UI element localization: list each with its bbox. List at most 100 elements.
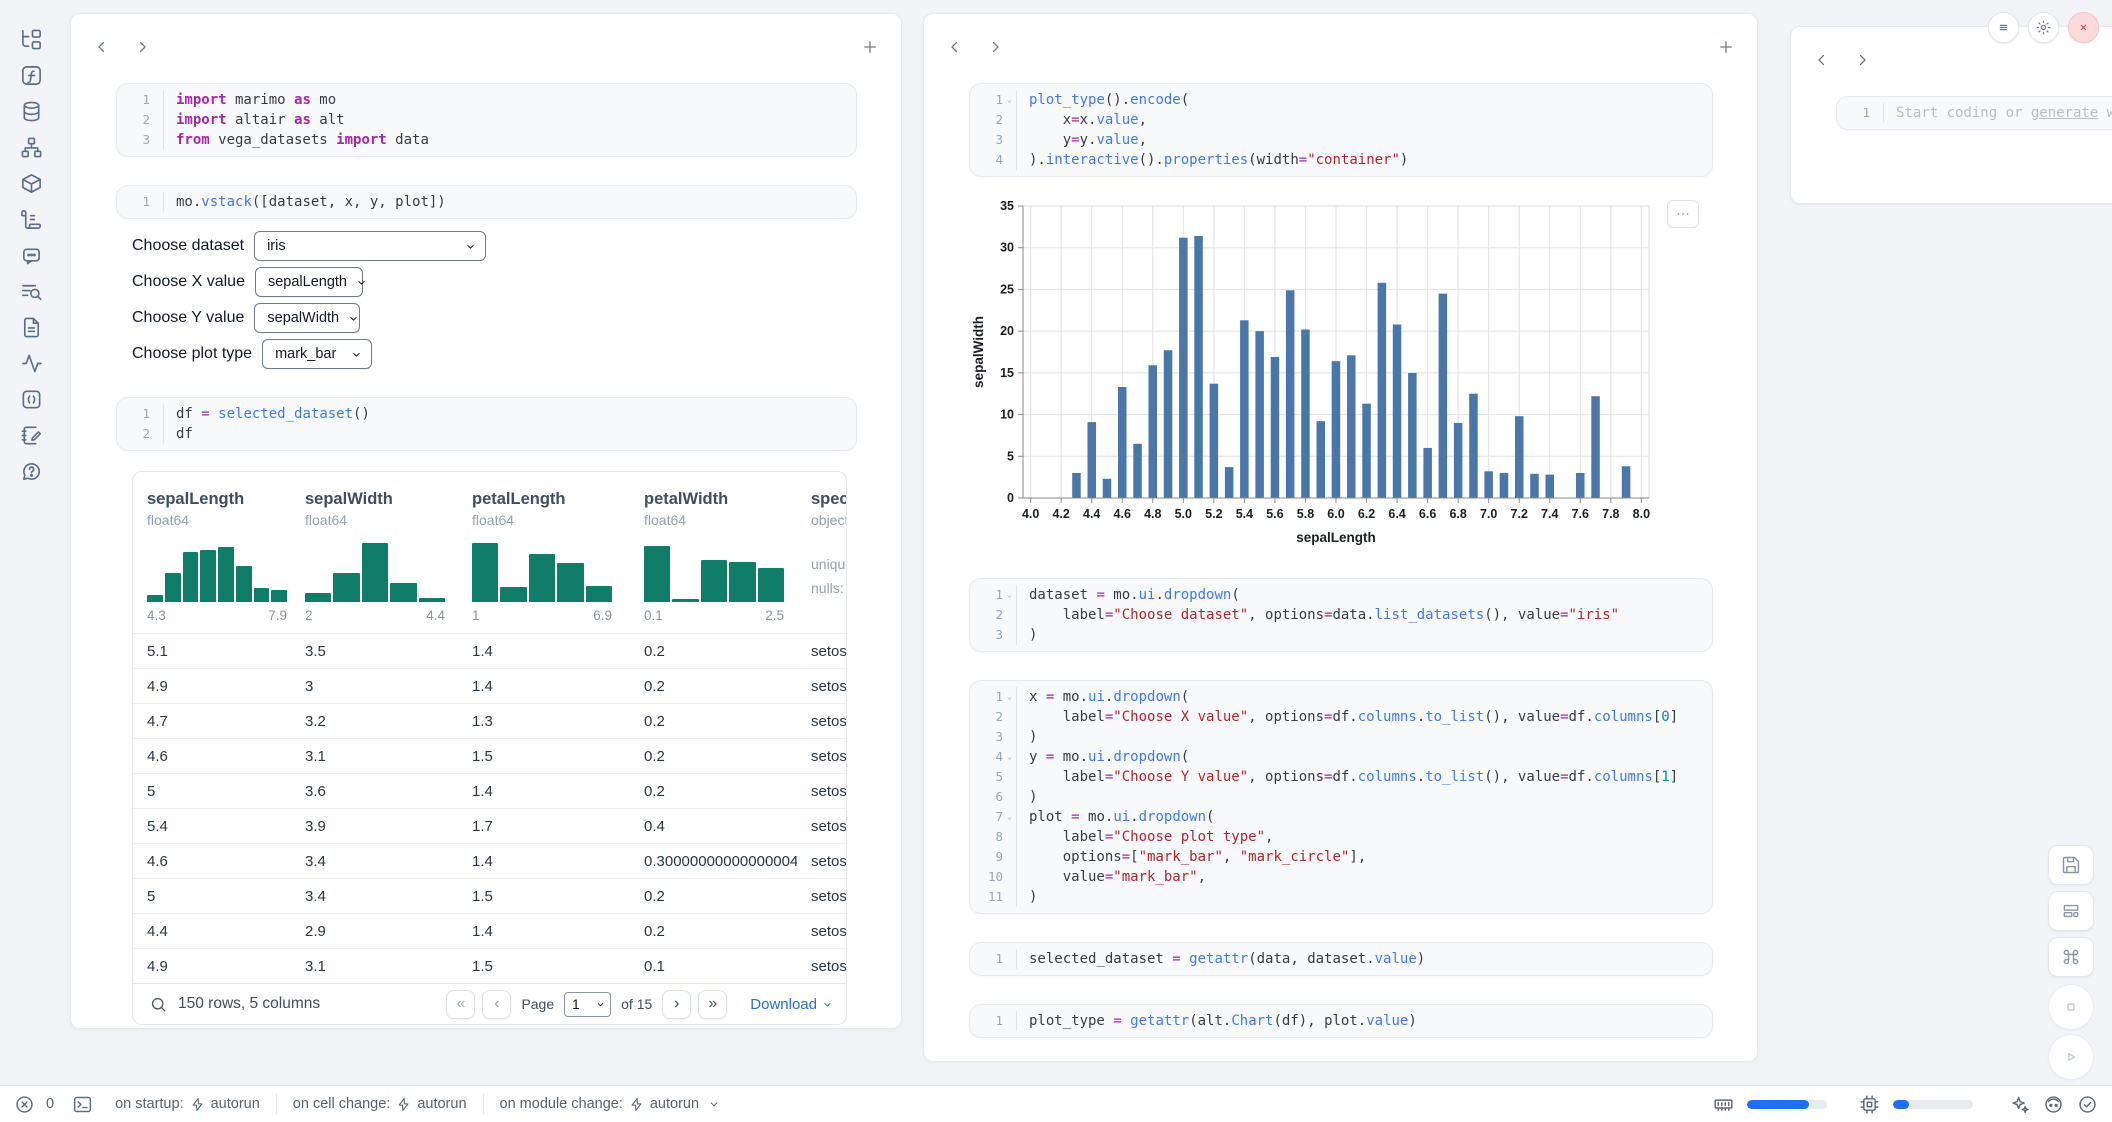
on-cell-change-value: autorun <box>417 1096 466 1112</box>
add-cell-button[interactable] <box>861 38 879 56</box>
cell-code-editor[interactable]: 1selected_dataset = getattr(data, datase… <box>969 942 1713 976</box>
chevron-left-icon[interactable] <box>946 38 964 56</box>
page-select[interactable]: 1 <box>564 992 611 1017</box>
svg-text:5: 5 <box>1007 449 1014 463</box>
editor-placeholder: Start coding or generate with <box>1883 103 2112 123</box>
chevron-left-icon[interactable] <box>93 38 111 56</box>
svg-text:6.8: 6.8 <box>1449 507 1466 521</box>
table-row[interactable]: 4.93.11.50.1setosa <box>133 948 846 983</box>
svg-text:35: 35 <box>1000 199 1014 213</box>
notebook-cell: 1⌄plot_type().encode(2 x=x.value,3 y=y.v… <box>969 83 1713 550</box>
svg-text:7.6: 7.6 <box>1572 507 1589 521</box>
table-footer: 150 rows, 5 columns«‹Page1of 15›»Downloa… <box>133 983 846 1024</box>
sidebar-doc-search-icon[interactable] <box>20 280 43 303</box>
error-indicator[interactable]: 0 <box>14 1094 54 1115</box>
svg-text:7.2: 7.2 <box>1511 507 1528 521</box>
keyboard-shortcuts-button[interactable] <box>2048 937 2094 977</box>
menu-button[interactable] <box>1988 12 2019 43</box>
sidebar-activity-icon[interactable] <box>20 352 43 375</box>
column-header-petalLength[interactable]: petalLengthfloat6416.9 <box>458 490 630 623</box>
dropdown-label: Choose dataset <box>132 237 244 255</box>
sidebar-database-icon[interactable] <box>20 100 43 123</box>
sidebar-function-icon[interactable] <box>20 64 43 87</box>
close-button[interactable] <box>2068 12 2099 43</box>
assistant-icon[interactable] <box>2043 1094 2064 1115</box>
svg-text:5.6: 5.6 <box>1266 507 1283 521</box>
sidebar-file-text-icon[interactable] <box>20 316 43 339</box>
dropdown-choose-plot-type[interactable]: mark_bar <box>262 339 372 369</box>
cell-code-editor[interactable]: 1df = selected_dataset()2df <box>116 397 857 451</box>
on-module-change-setting[interactable]: on module change: autorun <box>500 1096 722 1112</box>
layout-icon <box>2061 901 2081 921</box>
dropdown-choose-y-value[interactable]: sepalWidth <box>254 303 360 333</box>
svg-text:6.2: 6.2 <box>1358 507 1375 521</box>
table-row[interactable]: 4.931.40.2setosa <box>133 668 846 703</box>
table-row[interactable]: 4.63.41.40.30000000000000004setosa <box>133 843 846 878</box>
connection-status-icon[interactable] <box>2077 1094 2098 1115</box>
on-cell-change-setting[interactable]: on cell change: autorun <box>293 1096 467 1112</box>
cell-code-editor[interactable]: 1mo.vstack([dataset, x, y, plot]) <box>116 185 857 219</box>
table-row[interactable]: 4.42.91.40.2setosa <box>133 913 846 948</box>
svg-text:5.4: 5.4 <box>1236 507 1253 521</box>
chart-actions-menu-button[interactable] <box>1667 200 1699 228</box>
notebook-cell: 1df = selected_dataset()2df sepalLengthfl… <box>116 397 857 1025</box>
row-count-summary: 150 rows, 5 columns <box>178 995 320 1013</box>
svg-text:10: 10 <box>1000 408 1014 422</box>
cell-code-editor[interactable]: 1⌄plot_type().encode(2 x=x.value,3 y=y.v… <box>969 83 1713 177</box>
notebook-column-1: 1import marimo as mo2import altair as al… <box>70 13 902 1029</box>
column-header-species[interactable]: speciesobjectunique:nulls: <box>797 490 846 623</box>
run-button[interactable] <box>2048 1034 2094 1080</box>
stop-button[interactable] <box>2048 984 2094 1030</box>
table-row[interactable]: 4.63.11.50.2setosa <box>133 738 846 773</box>
download-button[interactable]: Download <box>750 996 834 1013</box>
altair-bar-chart[interactable]: 051015202530354.04.24.44.64.85.05.25.45.… <box>969 190 1713 550</box>
sidebar-scroll-icon[interactable] <box>20 208 43 231</box>
dataframe-table: sepalLengthfloat644.37.9sepalWidthfloat6… <box>132 471 847 1025</box>
command-icon <box>2061 947 2081 967</box>
page-total: of 15 <box>621 996 652 1012</box>
generate-with-ai-link[interactable]: generate <box>2031 105 2098 121</box>
sidebar-package-icon[interactable] <box>20 172 43 195</box>
cell-code-editor[interactable]: 1import marimo as mo2import altair as al… <box>116 83 857 157</box>
next-page-button[interactable]: › <box>662 990 691 1019</box>
sidebar-file-tree-icon[interactable] <box>20 28 43 51</box>
sidebar-scratchpad-icon[interactable] <box>20 424 43 447</box>
cell-code-editor[interactable]: 1⌄dataset = mo.ui.dropdown(2 label="Choo… <box>969 578 1713 652</box>
table-row[interactable]: 5.13.51.40.2setosa <box>133 633 846 668</box>
ai-sparkles-icon[interactable] <box>2009 1094 2030 1115</box>
chevron-right-icon[interactable] <box>1853 51 1871 69</box>
dropdown-choose-dataset[interactable]: iris <box>254 231 486 261</box>
sidebar-snippets-icon[interactable] <box>20 388 43 411</box>
sidebar-chat-bot-icon[interactable] <box>20 244 43 267</box>
chevron-right-icon[interactable] <box>986 38 1004 56</box>
svg-text:4.6: 4.6 <box>1114 507 1131 521</box>
terminal-icon[interactable] <box>72 1094 93 1115</box>
add-cell-button[interactable] <box>1717 38 1735 56</box>
dropdown-choose-x-value[interactable]: sepalLength <box>255 267 363 297</box>
table-row[interactable]: 53.41.50.2setosa <box>133 878 846 913</box>
column-header-petalWidth[interactable]: petalWidthfloat640.12.5 <box>630 490 797 623</box>
save-button[interactable] <box>2048 845 2094 885</box>
search-icon[interactable] <box>149 995 168 1014</box>
prev-page-button[interactable]: ‹ <box>482 990 511 1019</box>
chevron-right-icon[interactable] <box>133 38 151 56</box>
layout-toggle-button[interactable] <box>2048 891 2094 931</box>
column-header-sepalLength[interactable]: sepalLengthfloat644.37.9 <box>133 490 291 623</box>
first-page-button[interactable]: « <box>446 990 475 1019</box>
svg-text:7.0: 7.0 <box>1480 507 1497 521</box>
new-cell-editor[interactable]: 1 Start coding or generate with <box>1836 96 2112 130</box>
last-page-button[interactable]: » <box>698 990 727 1019</box>
on-startup-setting[interactable]: on startup: autorun <box>115 1096 260 1112</box>
sidebar-dep-graph-icon[interactable] <box>20 136 43 159</box>
chevron-left-icon[interactable] <box>1813 51 1831 69</box>
table-row[interactable]: 4.73.21.30.2setosa <box>133 703 846 738</box>
cell-code-editor[interactable]: 1plot_type = getattr(alt.Chart(df), plot… <box>969 1004 1713 1038</box>
sidebar-help-icon[interactable] <box>20 460 43 483</box>
notebook-cell: 1selected_dataset = getattr(data, datase… <box>969 942 1713 976</box>
table-row[interactable]: 5.43.91.70.4setosa <box>133 808 846 843</box>
settings-button[interactable] <box>2028 12 2059 43</box>
table-row[interactable]: 53.61.40.2setosa <box>133 773 846 808</box>
column-header-sepalWidth[interactable]: sepalWidthfloat6424.4 <box>291 490 458 623</box>
notebook-cell: 1⌄dataset = mo.ui.dropdown(2 label="Choo… <box>969 578 1713 652</box>
cell-code-editor[interactable]: 1⌄x = mo.ui.dropdown(2 label="Choose X v… <box>969 680 1713 914</box>
